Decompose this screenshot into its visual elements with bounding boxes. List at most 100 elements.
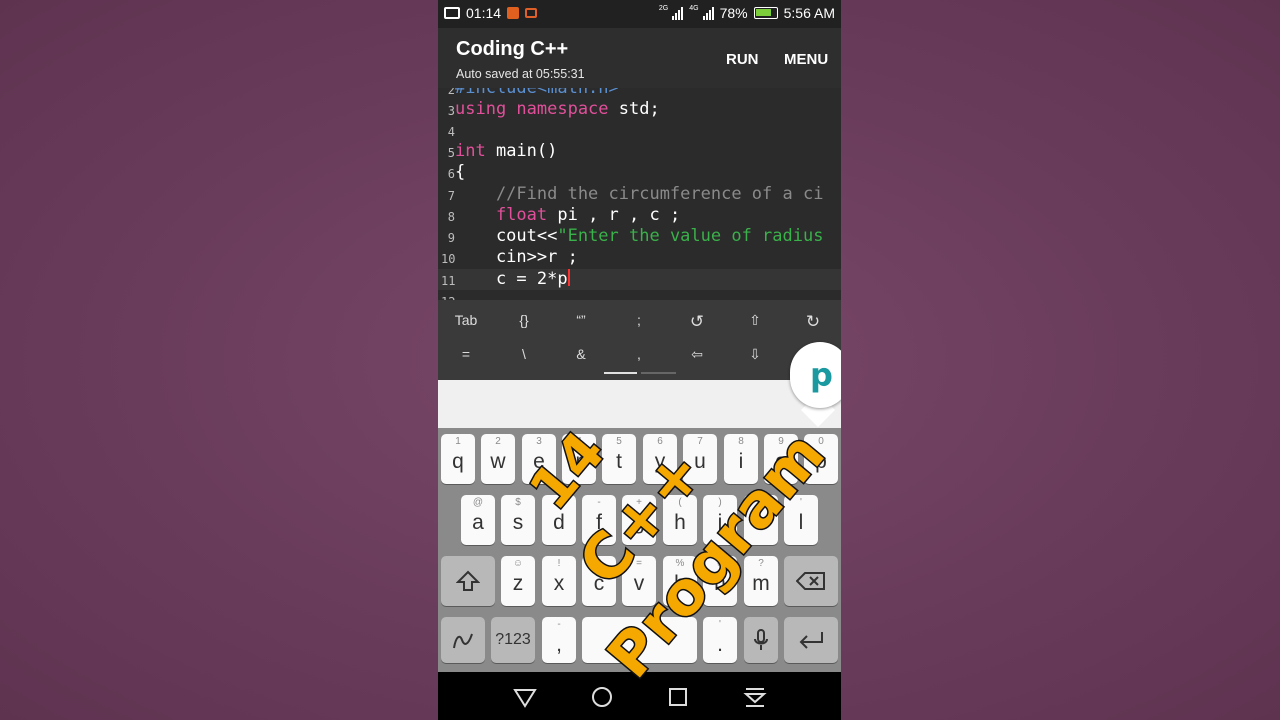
line-number: 4 — [447, 125, 455, 139]
page-indicator — [641, 372, 676, 374]
cast-icon — [525, 8, 538, 18]
key-g[interactable]: + g — [622, 495, 656, 545]
code-comment: //Find the circumference of a ci — [455, 184, 824, 204]
soft-keyboard: 1q 2w 3e 4r 5t 6y 7u 8i 9o 0p @ a $ s & d -… — [438, 428, 841, 672]
code-line: 8 float pi , r , c ; — [438, 205, 841, 226]
redo-icon[interactable]: ↻ — [793, 312, 833, 332]
code-line: 3 using namespace std; — [438, 99, 841, 120]
home-icon[interactable] — [589, 684, 615, 710]
key-o[interactable]: 9o — [764, 434, 798, 484]
key-x[interactable]: ! x — [542, 556, 576, 606]
key-l[interactable]: ' l — [784, 495, 818, 545]
period-key[interactable]: '. — [703, 617, 737, 663]
suggestion-strip — [438, 380, 841, 428]
key-t[interactable]: 5t — [602, 434, 636, 484]
code-text: int main() — [455, 141, 558, 161]
signal-icon-2 — [702, 6, 714, 20]
key-k[interactable]: / k — [744, 495, 778, 545]
page-indicator-active — [604, 372, 637, 374]
notification-shade-icon[interactable] — [742, 684, 768, 710]
enter-key[interactable] — [784, 617, 838, 663]
network-4g-label: 4G — [689, 5, 699, 12]
line-number: 11 — [441, 274, 456, 288]
notification-icon — [507, 7, 520, 19]
comma-key[interactable]: -, — [542, 617, 576, 663]
code-line: 4 — [438, 120, 841, 141]
ampersand-key[interactable]: & — [561, 346, 601, 362]
key-b[interactable]: % b — [663, 556, 697, 606]
arrow-left-icon[interactable]: ⇦ — [677, 346, 717, 363]
arrow-up-icon[interactable]: ⇧ — [735, 312, 775, 329]
key-f[interactable]: -f — [582, 495, 616, 545]
signal-icon — [672, 6, 684, 20]
code-text: c = 2*p — [455, 269, 570, 289]
app-title: Coding C++ — [456, 38, 569, 60]
code-line: 5 int main() — [438, 141, 841, 162]
key-h[interactable]: (h — [663, 495, 697, 545]
line-number: 9 — [447, 231, 455, 245]
code-text: #include<math.h> — [455, 88, 619, 98]
code-text: cout<<"Enter the value of radius — [455, 226, 824, 246]
line-number: 2 — [447, 88, 455, 97]
key-j[interactable]: ) j — [703, 495, 737, 545]
app-bar: Coding C++ Auto saved at 05:55:31 RUN ME… — [438, 28, 841, 88]
code-line: 10 cin>>r ; — [438, 247, 841, 268]
phone-screen: 01:14 2G 4G 78% 5:56 AM Coding C++ Auto … — [438, 0, 841, 720]
gesture-typing-key[interactable] — [441, 617, 485, 663]
key-c[interactable]: " c — [582, 556, 616, 606]
navigation-bar — [438, 672, 841, 720]
key-d[interactable]: & d — [542, 495, 576, 545]
key-v[interactable]: = v — [622, 556, 656, 606]
code-editor[interactable]: 2 #include<math.h> 3 using namespace std… — [438, 88, 841, 300]
microphone-icon — [744, 617, 778, 663]
key-e[interactable]: 3e — [522, 434, 556, 484]
key-u[interactable]: 7u — [683, 434, 717, 484]
key-w[interactable]: 2w — [481, 434, 515, 484]
key-s[interactable]: $ s — [501, 495, 535, 545]
equals-key[interactable]: = — [446, 346, 486, 362]
symbols-key[interactable]: ?123 — [491, 617, 535, 663]
key-y[interactable]: 6y — [643, 434, 677, 484]
arrow-down-icon[interactable]: ⇩ — [735, 346, 775, 363]
battery-icon — [753, 7, 778, 19]
code-line: 7 //Find the circumference of a ci — [438, 184, 841, 205]
quotes-key[interactable]: “” — [561, 312, 601, 328]
semicolon-key[interactable]: ; — [619, 312, 659, 328]
comma-key[interactable]: , — [619, 346, 659, 362]
key-z[interactable]: ☺ z — [501, 556, 535, 606]
text-cursor — [567, 269, 570, 286]
space-key[interactable] — [582, 617, 697, 663]
code-text: using namespace std; — [455, 99, 660, 119]
enter-icon — [784, 617, 838, 663]
menu-button[interactable]: MENU — [784, 51, 828, 68]
status-bar: 01:14 2G 4G 78% 5:56 AM — [438, 0, 841, 28]
code-text: { — [455, 162, 466, 182]
code-text: float pi , r , c ; — [455, 205, 681, 225]
key-r[interactable]: 4r — [562, 434, 596, 484]
backspace-key[interactable] — [784, 556, 838, 606]
undo-icon[interactable]: ↺ — [677, 312, 717, 332]
code-line: 12 — [438, 290, 841, 300]
backspace-icon — [784, 556, 838, 606]
key-q[interactable]: 1q — [441, 434, 475, 484]
key-n[interactable]: # n — [703, 556, 737, 606]
key-i[interactable]: 8i — [724, 434, 758, 484]
swipe-hand-icon — [441, 617, 485, 663]
key-a[interactable]: @ a — [461, 495, 495, 545]
recents-icon[interactable] — [665, 684, 691, 710]
line-number: 6 — [447, 167, 455, 181]
run-button[interactable]: RUN — [726, 51, 759, 68]
clock: 5:56 AM — [783, 5, 835, 21]
key-m[interactable]: ? m — [744, 556, 778, 606]
screen-record-icon — [444, 7, 460, 19]
back-icon[interactable] — [512, 684, 538, 710]
braces-key[interactable]: {} — [504, 312, 544, 328]
key-popup-letter: p — [810, 356, 833, 394]
code-line-active: 11 c = 2*p — [438, 269, 841, 290]
code-line: 2 #include<math.h> — [438, 88, 841, 99]
voice-input-key[interactable] — [744, 617, 778, 663]
backslash-key[interactable]: \ — [504, 346, 544, 362]
key-p[interactable]: 0p — [804, 434, 838, 484]
shift-key[interactable] — [441, 556, 495, 606]
tab-key[interactable]: Tab — [446, 312, 486, 328]
